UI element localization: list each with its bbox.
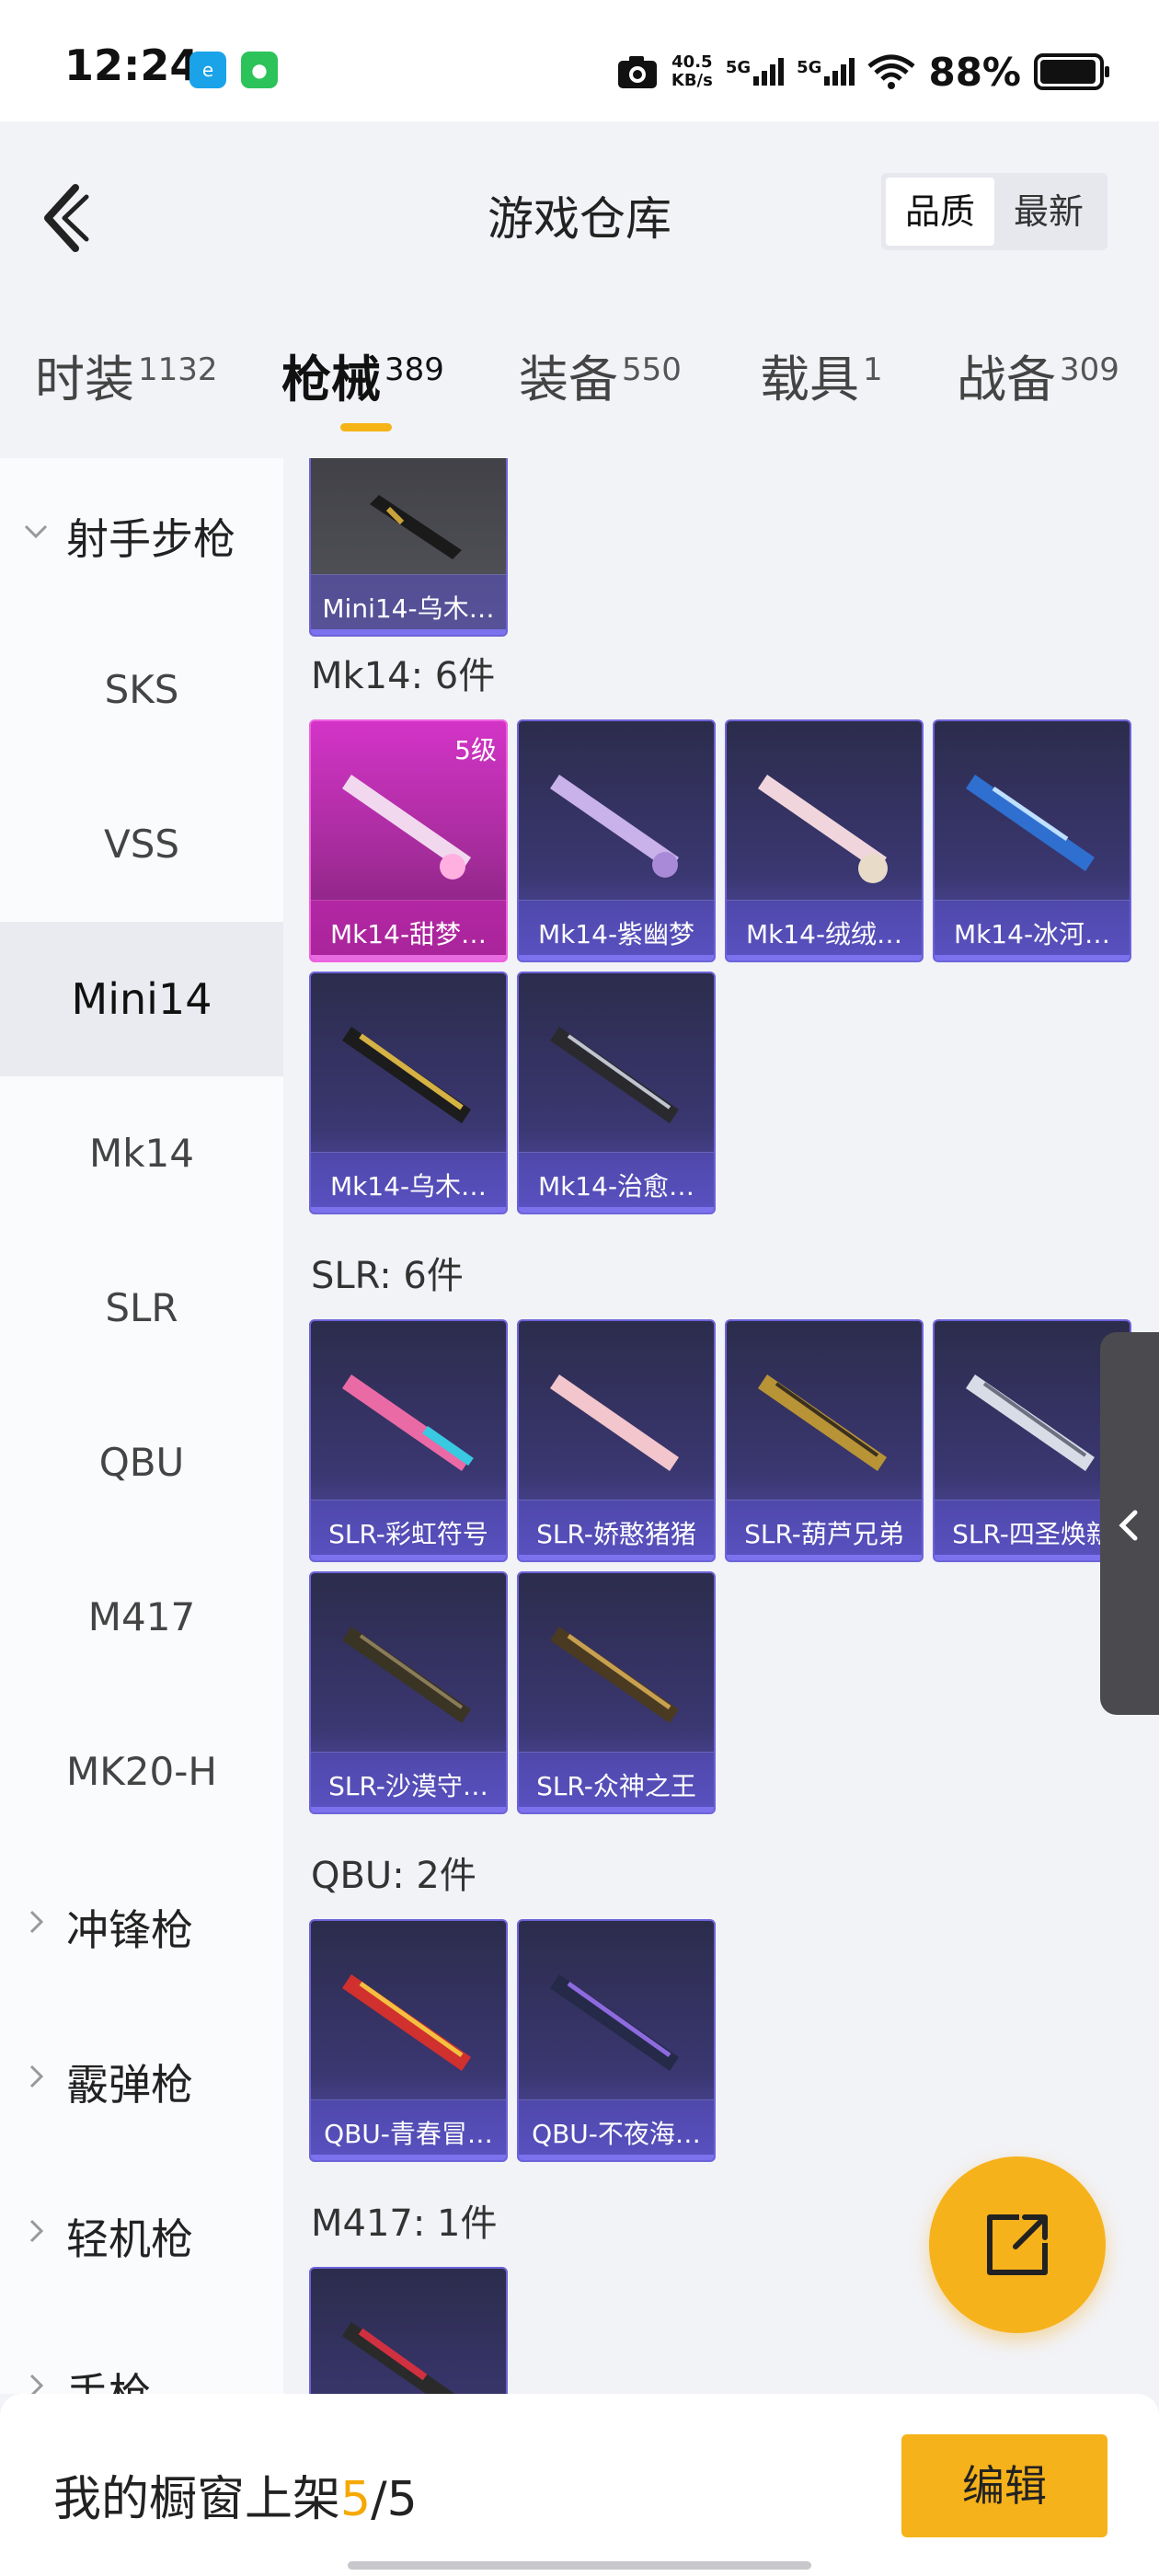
- header: 游戏仓库 品质 最新 时装 1132 枪械 389 装备 550 载具 1 战备 309: [0, 121, 1159, 431]
- rifle-skin-icon: [550, 1027, 679, 1123]
- share-button[interactable]: [929, 2156, 1106, 2333]
- sidebar-category-pistol[interactable]: 手枪: [0, 2313, 283, 2394]
- tab-guns[interactable]: 枪械 389: [281, 339, 444, 411]
- weapon-sidebar: 射手步枪 SKS VSS Mini14 Mk14 SLR QBU M417 MK…: [0, 458, 283, 2394]
- wechat-icon: ●: [241, 52, 278, 88]
- rifle-skin-icon: [342, 775, 471, 880]
- rifle-skin-icon: [758, 775, 888, 883]
- chevron-right-icon: [29, 1910, 44, 1934]
- sidebar-item-mini14[interactable]: Mini14: [0, 922, 283, 1076]
- weapon-card[interactable]: QBU-不夜海…: [517, 1919, 716, 2162]
- edit-button[interactable]: 编辑: [901, 2434, 1107, 2537]
- rifle-skin-icon: [342, 1974, 471, 2071]
- status-time: 12:24: [64, 40, 200, 90]
- weapon-card[interactable]: [309, 2267, 508, 2394]
- weapon-card[interactable]: SLR-彩虹符号: [309, 1319, 508, 1562]
- battery-percent: 88%: [928, 49, 1021, 95]
- signal-icon-2: 5G: [797, 58, 855, 86]
- sidebar-item-qbu[interactable]: QBU: [0, 1386, 283, 1540]
- weapon-card[interactable]: SLR-葫芦兄弟: [725, 1319, 924, 1562]
- sort-newest-button[interactable]: 最新: [994, 178, 1103, 246]
- rifle-skin-icon: [342, 1027, 471, 1123]
- status-bar: 12:24 e ● 40.5 KB/s 5G 5G 88%: [0, 0, 1159, 121]
- battery-icon: [1034, 53, 1109, 90]
- weapon-card[interactable]: Mk14-乌木…: [309, 972, 508, 1214]
- tab-vehicles[interactable]: 载具 1: [760, 339, 883, 411]
- tab-fashion[interactable]: 时装 1132: [35, 339, 218, 411]
- sidebar-category-shotgun[interactable]: 霰弹枪: [0, 2004, 283, 2158]
- rifle-skin-icon: [370, 495, 462, 559]
- weapon-card[interactable]: SLR-众神之王: [517, 1571, 716, 1814]
- rifle-skin-icon: [342, 2322, 455, 2394]
- group-title-qbu: QBU: 2件: [311, 1855, 476, 1897]
- group-title-slr: SLR: 6件: [311, 1255, 464, 1297]
- side-drawer-handle[interactable]: [1100, 1332, 1159, 1715]
- sidebar-item-m417[interactable]: M417: [0, 1540, 283, 1695]
- group-title-mk14: Mk14: 6件: [311, 655, 496, 697]
- rifle-skin-icon: [550, 1627, 679, 1723]
- rifle-skin-icon: [550, 775, 679, 878]
- chevron-left-icon: [1119, 1510, 1138, 1541]
- group-title-m417: M417: 1件: [311, 2202, 498, 2245]
- sidebar-item-mk14[interactable]: Mk14: [0, 1076, 283, 1231]
- weapon-card[interactable]: Mk14-绒绒…: [725, 719, 924, 962]
- sidebar-item-mk20h[interactable]: MK20-H: [0, 1695, 283, 1849]
- rifle-skin-icon: [342, 1627, 471, 1723]
- sidebar-category-sniper[interactable]: 射手步枪: [0, 458, 283, 613]
- chevron-right-icon: [29, 2064, 44, 2088]
- rifle-skin-icon: [342, 1374, 474, 1471]
- weapon-card[interactable]: 5级 Mk14-甜梦…: [309, 719, 508, 962]
- chevron-down-icon: [24, 524, 48, 539]
- rifle-skin-icon: [758, 1374, 887, 1471]
- chevron-right-icon: [29, 2219, 44, 2243]
- weapon-card[interactable]: Mk14-紫幽梦: [517, 719, 716, 962]
- chevron-right-icon: [29, 2374, 44, 2394]
- wifi-icon: [867, 54, 916, 89]
- tab-gear[interactable]: 战备 309: [957, 339, 1119, 411]
- weapon-card[interactable]: Mk14-冰河…: [933, 719, 1131, 962]
- sort-toggle[interactable]: 品质 最新: [881, 173, 1107, 250]
- home-indicator[interactable]: [348, 2561, 811, 2570]
- shelf-status: 我的橱窗上架5/5: [53, 2472, 418, 2527]
- signal-icon: 5G: [726, 58, 785, 86]
- bottom-bar: 我的橱窗上架5/5 编辑: [0, 2394, 1159, 2576]
- sidebar-item-sks[interactable]: SKS: [0, 613, 283, 767]
- sidebar-category-smg[interactable]: 冲锋枪: [0, 1849, 283, 2004]
- browser-app-icon: e: [189, 52, 226, 88]
- tab-equipment[interactable]: 装备 550: [519, 339, 682, 411]
- sort-quality-button[interactable]: 品质: [886, 178, 994, 246]
- rifle-skin-icon: [966, 1374, 1095, 1471]
- sidebar-category-lmg[interactable]: 轻机枪: [0, 2158, 283, 2313]
- rifle-skin-icon: [550, 1974, 679, 2071]
- weapon-card[interactable]: SLR-沙漠守…: [309, 1571, 508, 1814]
- active-tab-indicator: [340, 423, 392, 431]
- weapon-card[interactable]: QBU-青春冒…: [309, 1919, 508, 2162]
- sidebar-item-vss[interactable]: VSS: [0, 767, 283, 922]
- weapon-card[interactable]: Mk14-治愈…: [517, 972, 716, 1214]
- sidebar-item-slr[interactable]: SLR: [0, 1231, 283, 1386]
- rifle-skin-icon: [550, 1374, 679, 1471]
- rifle-skin-icon: [966, 775, 1095, 871]
- share-icon: [987, 2214, 1048, 2275]
- camera-icon: [617, 56, 657, 88]
- weapon-card[interactable]: SLR-娇憨猪猪: [517, 1319, 716, 1562]
- category-tabs: 时装 1132 枪械 389 装备 550 载具 1 战备 309: [0, 339, 1159, 431]
- network-speed: 40.5 KB/s: [671, 52, 713, 90]
- weapon-card[interactable]: Mini14-乌木…: [309, 458, 508, 637]
- weapon-grid: Mini14-乌木… Mk14: 6件 5级 Mk14-甜梦… Mk14-紫幽梦…: [283, 458, 1159, 2394]
